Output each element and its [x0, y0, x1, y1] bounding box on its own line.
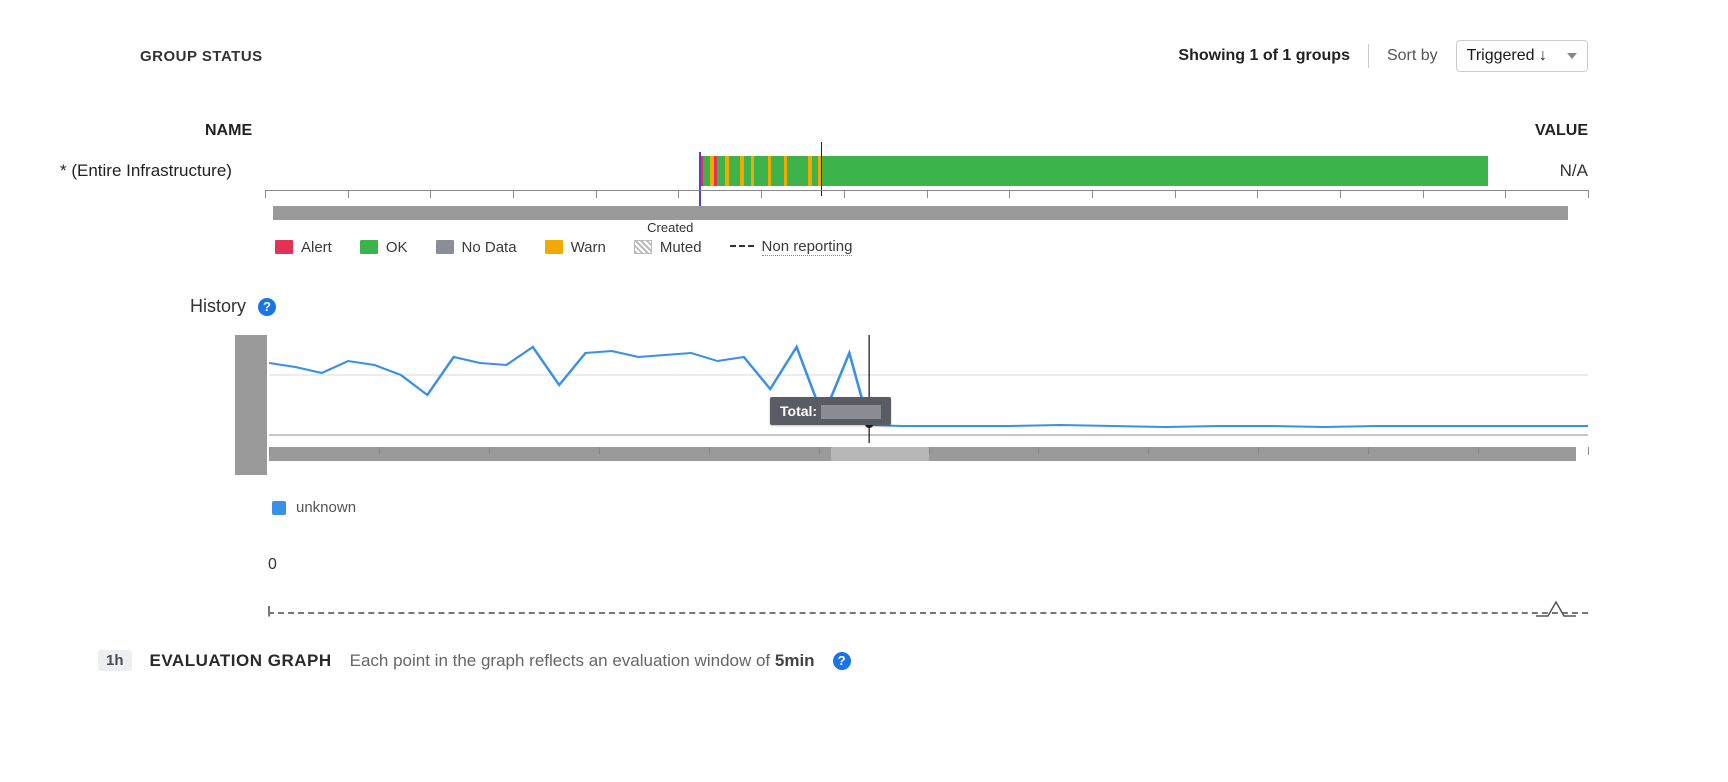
series-name: unknown [296, 499, 356, 516]
status-timeline[interactable] [265, 156, 1488, 186]
status-legend: Alert OK No Data Warn Muted Non reportin… [275, 238, 1728, 256]
legend-alert: Alert [301, 239, 332, 256]
legend-nonreporting[interactable]: Non reporting [762, 238, 853, 256]
history-left-band [235, 335, 267, 475]
status-playhead [821, 142, 822, 196]
alert-swatch [275, 240, 293, 254]
history-title: History [190, 296, 246, 317]
legend-nodata: No Data [462, 239, 517, 256]
series-swatch [272, 501, 286, 515]
evaluation-graph-title: EVALUATION GRAPH [150, 651, 332, 671]
sort-select-value: Triggered ↓ [1467, 47, 1547, 65]
chevron-down-icon [1567, 53, 1577, 59]
history-chart[interactable] [269, 335, 1588, 445]
created-label: Created [647, 220, 693, 235]
ok-swatch [360, 240, 378, 254]
divider [1368, 44, 1369, 68]
group-name[interactable]: * (Entire Infrastructure) [60, 161, 265, 181]
warn-swatch [545, 240, 563, 254]
evaluation-description: Each point in the graph reflects an eval… [350, 651, 815, 671]
history-ruler [269, 447, 1588, 459]
eval-range-pill[interactable]: 1h [98, 650, 132, 671]
group-value: N/A [1488, 161, 1588, 181]
nonreporting-swatch [730, 245, 754, 255]
nodata-swatch [436, 240, 454, 254]
muted-swatch [634, 240, 652, 254]
legend-warn: Warn [571, 239, 606, 256]
showing-count: Showing 1 of 1 groups [1178, 47, 1350, 65]
help-icon[interactable]: ? [258, 298, 276, 316]
legend-muted: Muted [660, 239, 702, 256]
chart-tooltip: Total: [770, 397, 891, 425]
group-status-title: GROUP STATUS [140, 48, 263, 65]
tooltip-value-masked [821, 405, 881, 419]
status-ruler [265, 190, 1588, 206]
sort-by-label: Sort by [1387, 47, 1438, 65]
zero-mark: 0 [268, 556, 1728, 574]
sparkline-icon [1536, 600, 1576, 620]
status-scrub-bar[interactable] [273, 206, 1568, 220]
sort-select[interactable]: Triggered ↓ [1456, 40, 1588, 72]
sparkline-row [268, 600, 1588, 626]
legend-ok: OK [386, 239, 408, 256]
column-name: NAME [205, 122, 252, 139]
help-icon[interactable]: ? [833, 652, 851, 670]
tooltip-label: Total: [780, 403, 817, 419]
column-value: VALUE [1535, 122, 1588, 140]
